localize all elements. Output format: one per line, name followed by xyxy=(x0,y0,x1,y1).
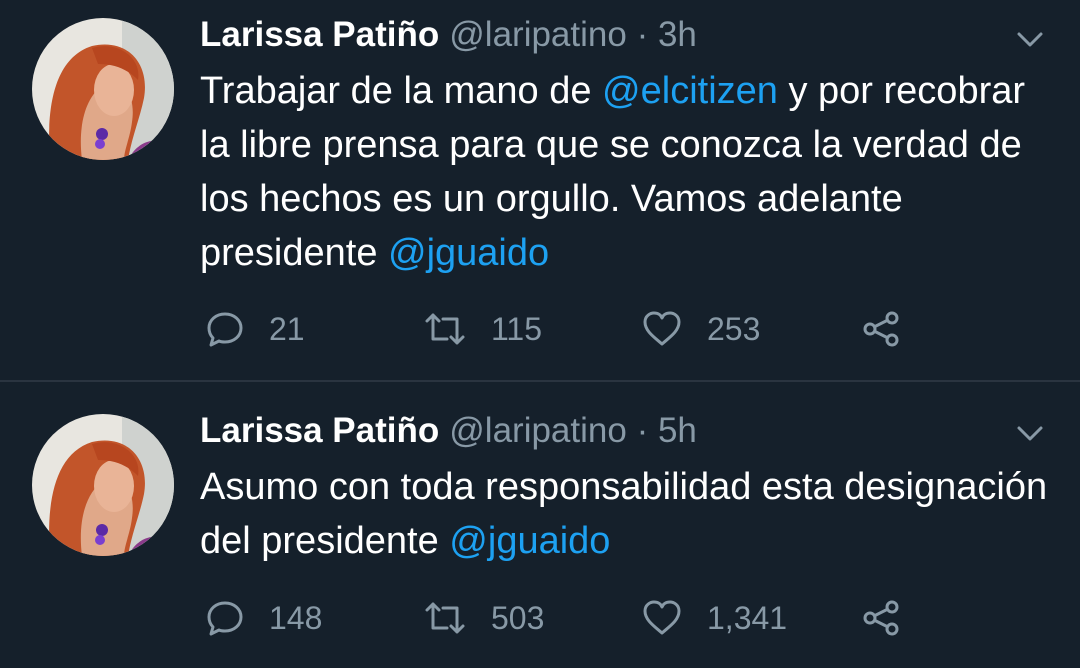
mention-link[interactable]: @jguaido xyxy=(449,520,610,562)
share-button[interactable] xyxy=(861,598,901,638)
timeline: Larissa Patiño @laripatino · 3h Trabajar … xyxy=(0,0,1080,668)
tweet[interactable]: Larissa Patiño @laripatino · 3h Trabajar … xyxy=(0,0,1080,380)
display-name[interactable]: Larissa Patiño xyxy=(200,15,439,54)
heart-icon xyxy=(641,598,683,638)
tweet-text: Trabajar de la mano de @elcitizen y por … xyxy=(200,64,1060,280)
reply-count: 21 xyxy=(269,310,305,347)
retweet-icon xyxy=(423,598,467,638)
user-handle[interactable]: @laripatino xyxy=(449,15,627,54)
mention-link[interactable]: @elcitizen xyxy=(602,70,778,112)
mention-link[interactable]: @jguaido xyxy=(388,232,549,274)
retweet-button[interactable]: 115 xyxy=(423,309,542,349)
reply-button[interactable]: 148 xyxy=(205,598,322,638)
avatar[interactable] xyxy=(32,414,174,556)
like-count: 1,341 xyxy=(707,599,788,636)
display-name[interactable]: Larissa Patiño xyxy=(200,411,439,450)
chevron-down-icon[interactable] xyxy=(1012,22,1048,58)
reply-icon xyxy=(205,598,245,638)
reply-icon xyxy=(205,309,245,349)
text-segment: Asumo con toda responsabilidad esta desi… xyxy=(200,466,1048,562)
like-count: 253 xyxy=(707,310,761,347)
user-handle[interactable]: @laripatino xyxy=(449,411,627,450)
timestamp[interactable]: 5h xyxy=(658,411,697,450)
like-button[interactable]: 1,341 xyxy=(641,598,787,638)
retweet-count: 503 xyxy=(491,599,545,636)
reply-button[interactable]: 21 xyxy=(205,309,305,349)
separator: · xyxy=(636,15,649,54)
tweet-text: Asumo con toda responsabilidad esta desi… xyxy=(200,460,1060,568)
tweet-header: Larissa Patiño @laripatino · 5h xyxy=(200,408,697,454)
timestamp[interactable]: 3h xyxy=(658,15,697,54)
avatar[interactable] xyxy=(32,18,174,160)
heart-icon xyxy=(641,309,683,349)
tweet-header: Larissa Patiño @laripatino · 3h xyxy=(200,12,697,58)
retweet-icon xyxy=(423,309,467,349)
share-icon xyxy=(861,598,901,638)
chevron-down-icon[interactable] xyxy=(1012,416,1048,452)
share-button[interactable] xyxy=(861,309,901,349)
retweet-button[interactable]: 503 xyxy=(423,598,544,638)
tweet[interactable]: Larissa Patiño @laripatino · 5h Asumo con… xyxy=(0,382,1080,668)
separator: · xyxy=(636,411,649,450)
retweet-count: 115 xyxy=(491,310,543,347)
reply-count: 148 xyxy=(269,599,323,636)
share-icon xyxy=(861,309,901,349)
text-segment: Trabajar de la mano de xyxy=(200,70,603,112)
like-button[interactable]: 253 xyxy=(641,309,760,349)
